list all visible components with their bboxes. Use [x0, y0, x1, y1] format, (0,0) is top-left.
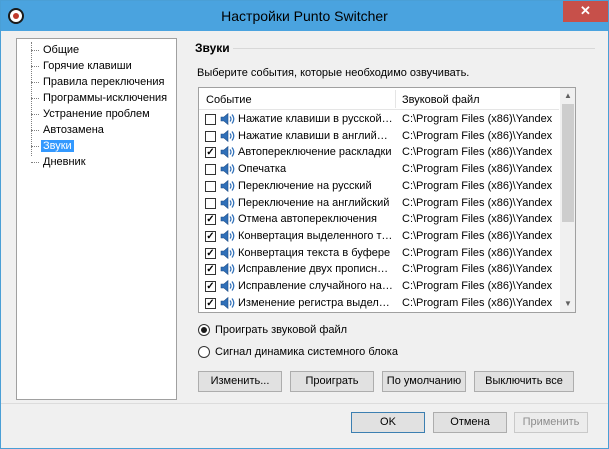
speaker-icon	[220, 229, 235, 243]
row-sound-file: C:\Program Files (x86)\Yandex	[402, 263, 553, 276]
speaker-icon	[220, 296, 235, 309]
scroll-up-icon[interactable]: ▲	[560, 88, 575, 104]
tree-item-general[interactable]: Общие	[17, 42, 176, 58]
row-event: Опечатка	[238, 163, 287, 176]
table-row[interactable]: ✓ Автопереключение раскладки C:\Program Fi…	[199, 144, 559, 161]
speaker-icon	[220, 279, 235, 293]
row-event: Конвертация выделенного текста	[238, 229, 393, 242]
row-checkbox[interactable]: ✓	[205, 281, 216, 292]
row-sound-file: C:\Program Files (x86)\Yandex	[402, 146, 553, 159]
row-checkbox[interactable]: ✓	[205, 264, 216, 276]
table-row[interactable]: ✓ Исправление двух прописных букв C:\Progr…	[199, 261, 559, 278]
tree-item-troubleshooting[interactable]: Устранение проблем	[17, 106, 176, 122]
radio-button[interactable]	[198, 324, 210, 336]
table-header: Событие Звуковой файл	[199, 88, 559, 110]
row-event: Изменение регистра выделенного	[238, 296, 393, 309]
speaker-icon	[220, 263, 235, 276]
row-sound-file: C:\Program Files (x86)\Yandex	[402, 229, 553, 242]
table-scrollbar[interactable]: ▲ ▼	[560, 88, 575, 312]
row-checkbox[interactable]	[205, 180, 216, 192]
default-button[interactable]: По умолчанию	[382, 371, 466, 392]
row-sound-file: C:\Program Files (x86)\Yandex	[402, 129, 553, 142]
row-checkbox[interactable]: ✓	[205, 297, 216, 309]
table-row[interactable]: Опечатка C:\Program Files (x86)\Yandex	[199, 161, 559, 178]
row-sound-file: C:\Program Files (x86)\Yandex	[402, 246, 553, 259]
cancel-button[interactable]: Отмена	[433, 412, 507, 433]
disable-all-button[interactable]: Выключить все	[474, 371, 574, 392]
tree-item-switch-rules[interactable]: Правила переключения	[17, 74, 176, 90]
window-title: Настройки Punto Switcher	[221, 8, 388, 24]
row-event: Конвертация текста в буфере	[238, 246, 391, 259]
tree-item-autoreplace[interactable]: Автозамена	[17, 122, 176, 138]
close-icon[interactable]: ✕	[563, 1, 608, 22]
row-checkbox[interactable]: ✓	[205, 247, 216, 259]
radio-label: Проиграть звуковой файл	[215, 324, 348, 336]
footer-divider	[1, 403, 608, 404]
change-button[interactable]: Изменить...	[198, 371, 282, 392]
table-row[interactable]: ✓ Изменение регистра выделенного C:\Progra…	[199, 295, 559, 312]
table-row[interactable]: Нажатие клавиши в русской раскладке C:\Pr…	[199, 111, 559, 128]
row-event: Нажатие клавиши в русской раскладке	[238, 113, 393, 125]
column-header-event[interactable]: Событие	[199, 88, 395, 110]
row-event: Переключение на русский	[238, 179, 372, 192]
radio-button[interactable]	[198, 346, 210, 358]
row-event: Исправление двух прописных букв	[238, 263, 393, 276]
column-header-file[interactable]: Звуковой файл	[395, 88, 559, 110]
row-sound-file: C:\Program Files (x86)\Yandex	[402, 196, 553, 209]
row-checkbox[interactable]	[205, 114, 216, 125]
settings-window: Настройки Punto Switcher ✕ Общие Горячие…	[0, 0, 609, 449]
table-row[interactable]: Переключение на английский C:\Program Fil…	[199, 195, 559, 212]
row-sound-file: C:\Program Files (x86)\Yandex	[402, 113, 553, 125]
play-button[interactable]: Проиграть	[290, 371, 374, 392]
table-row[interactable]: ✓ Исправление случайного нажатия C:\Progra…	[199, 278, 559, 295]
table-row[interactable]: Нажатие клавиши в английской раскладке C:…	[199, 128, 559, 145]
speaker-icon	[220, 162, 235, 176]
instruction-text: Выберите события, которые необходимо озв…	[197, 67, 470, 79]
table-row[interactable]: ✓ Отмена автопереключения C:\Program Files…	[199, 211, 559, 228]
apply-button[interactable]: Применить	[514, 412, 588, 433]
ok-button[interactable]: OK	[351, 412, 425, 433]
row-checkbox[interactable]: ✓	[205, 147, 216, 159]
row-checkbox[interactable]: ✓	[205, 214, 216, 226]
row-event: Переключение на английский	[238, 196, 390, 209]
row-sound-file: C:\Program Files (x86)\Yandex	[402, 280, 553, 292]
table-row[interactable]: ✓ Конвертация выделенного текста C:\Progra…	[199, 228, 559, 245]
row-sound-file: C:\Program Files (x86)\Yandex	[402, 296, 553, 309]
table-row[interactable]: Переключение на русский C:\Program Files …	[199, 178, 559, 195]
tree-item-sounds[interactable]: Звуки	[17, 138, 176, 154]
row-event: Исправление случайного нажатия	[238, 280, 393, 292]
row-checkbox[interactable]: ✓	[205, 230, 216, 242]
speaker-icon	[220, 146, 235, 159]
row-sound-file: C:\Program Files (x86)\Yandex	[402, 179, 553, 192]
title-bar[interactable]: Настройки Punto Switcher ✕	[1, 1, 608, 31]
speaker-icon	[220, 196, 235, 209]
row-event: Автопереключение раскладки	[238, 146, 392, 159]
table-row[interactable]: ✓ Конвертация текста в буфере C:\Program F…	[199, 245, 559, 262]
row-checkbox[interactable]	[205, 197, 216, 209]
settings-tree[interactable]: Общие Горячие клавиши Правила переключен…	[16, 38, 177, 400]
scroll-thumb[interactable]	[562, 104, 574, 222]
row-sound-file: C:\Program Files (x86)\Yandex	[402, 163, 553, 176]
section-title: Звуки	[195, 41, 230, 55]
row-event: Отмена автопереключения	[238, 213, 377, 226]
row-event: Нажатие клавиши в английской раскладке	[238, 129, 393, 142]
tree-item-excluded-programs[interactable]: Программы-исключения	[17, 90, 176, 106]
tree-item-hotkeys[interactable]: Горячие клавиши	[17, 58, 176, 74]
row-checkbox[interactable]	[205, 130, 216, 142]
speaker-icon	[220, 179, 235, 192]
tree-item-diary[interactable]: Дневник	[17, 154, 176, 170]
speaker-icon	[220, 213, 235, 226]
speaker-icon	[220, 246, 235, 259]
scroll-down-icon[interactable]: ▼	[560, 296, 575, 312]
row-sound-file: C:\Program Files (x86)\Yandex	[402, 213, 553, 226]
sounds-table[interactable]: Событие Звуковой файл Нажатие клавиши в …	[198, 87, 576, 313]
row-checkbox[interactable]	[205, 164, 216, 176]
speaker-icon	[220, 129, 235, 142]
speaker-icon	[220, 112, 235, 126]
radio-label: Сигнал динамика системного блока	[215, 346, 398, 358]
section-divider	[233, 48, 595, 49]
